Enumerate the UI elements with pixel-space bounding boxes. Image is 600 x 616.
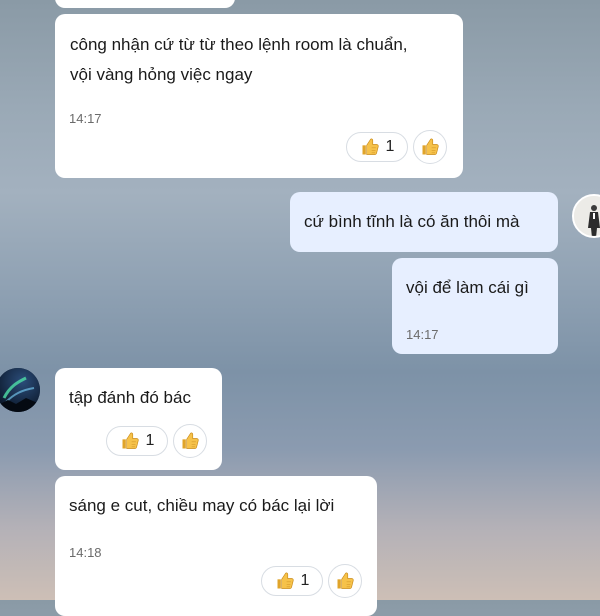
person-avatar-icon: [574, 196, 600, 236]
reaction-count: 1: [145, 432, 155, 449]
add-reaction-button[interactable]: [413, 130, 447, 164]
add-reaction-button[interactable]: [328, 564, 362, 598]
message-line: vội vàng hỏng việc ngay: [70, 65, 253, 84]
message-text: tập đánh đó bác: [69, 388, 191, 407]
message-text: vội để làm cái gì: [406, 278, 529, 297]
message-bubble-sent: vội để làm cái gì 14:17: [392, 258, 558, 354]
add-reaction-button[interactable]: [173, 424, 207, 458]
message-time: 14:18: [69, 545, 102, 560]
reaction-count-pill[interactable]: 1: [261, 566, 323, 596]
message-bubble-sent: cứ bình tĩnh là có ăn thôi mà: [290, 192, 558, 252]
thumbs-up-icon: [120, 431, 140, 451]
message-bubble-partial: [55, 0, 235, 8]
message-text: cứ bình tĩnh là có ăn thôi mà: [304, 212, 520, 231]
thumbs-up-icon: [360, 137, 380, 157]
message-line: công nhận cứ từ từ theo lệnh room là chu…: [70, 35, 408, 54]
thumbs-up-icon: [275, 571, 295, 591]
message-time: 14:17: [406, 327, 439, 342]
reaction-count-pill[interactable]: 1: [346, 132, 408, 162]
thumbs-up-icon: [180, 431, 200, 451]
reaction-count-pill[interactable]: 1: [106, 426, 168, 456]
aurora-avatar-icon: [0, 368, 40, 412]
reaction-count: 1: [300, 572, 310, 589]
message-time: 14:17: [69, 111, 102, 126]
message-bubble-received: tập đánh đó bác 1: [55, 368, 222, 470]
message-bubble-received: sáng e cut, chiều may có bác lại lời 14:…: [55, 476, 377, 616]
message-bubble-received: công nhận cứ từ từ theo lệnh room là chu…: [55, 14, 463, 178]
message-text: công nhận cứ từ từ theo lệnh room là chu…: [70, 30, 408, 90]
avatar[interactable]: [0, 368, 40, 412]
avatar[interactable]: [572, 194, 600, 238]
thumbs-up-icon: [335, 571, 355, 591]
message-text: sáng e cut, chiều may có bác lại lời: [69, 496, 335, 515]
thumbs-up-icon: [420, 137, 440, 157]
reaction-count: 1: [385, 138, 395, 155]
